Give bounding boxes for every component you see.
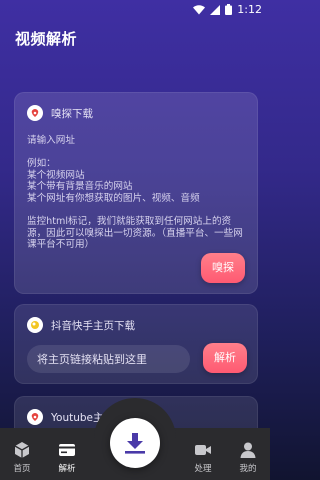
sniff-instructions: 请输入网址 例如： 某个视频网站 某个带有背景音乐的网站 某个网址有你想获取的图… bbox=[27, 135, 243, 251]
nav-item-mine[interactable]: 我的 bbox=[226, 441, 270, 474]
homepage-link-input[interactable] bbox=[27, 345, 190, 373]
nav-item-parse[interactable]: 解析 bbox=[45, 441, 89, 474]
nav-label: 处理 bbox=[194, 464, 212, 474]
sniff-download-card: 嗅探下载 请输入网址 例如： 某个视频网站 某个带有背景音乐的网站 某个网址有你… bbox=[14, 92, 258, 294]
douyin-kuaishou-card: 抖音快手主页下载 解析 bbox=[14, 304, 258, 384]
wifi-icon bbox=[193, 4, 206, 14]
app-bar: 视频解析 bbox=[0, 22, 270, 58]
card-header: 嗅探下载 bbox=[27, 105, 93, 121]
card-title: 嗅探下载 bbox=[51, 107, 93, 120]
nav-label: 首页 bbox=[13, 464, 31, 474]
status-time: 1:12 bbox=[237, 3, 262, 16]
battery-icon bbox=[225, 4, 233, 15]
nav-label: 我的 bbox=[239, 464, 257, 474]
person-icon bbox=[240, 442, 256, 458]
nav-label: 解析 bbox=[58, 464, 76, 474]
card-title: 抖音快手主页下载 bbox=[51, 319, 135, 332]
cube-icon bbox=[14, 442, 30, 458]
download-icon bbox=[125, 433, 145, 454]
nav-item-process[interactable]: 处理 bbox=[181, 441, 225, 474]
parse-button[interactable]: 解析 bbox=[203, 343, 247, 373]
yellow-app-logo-icon bbox=[27, 317, 43, 333]
red-app-logo-icon bbox=[27, 105, 43, 121]
signal-icon bbox=[210, 4, 221, 15]
download-fab-button[interactable] bbox=[110, 418, 160, 468]
card-header: 抖音快手主页下载 bbox=[27, 317, 135, 333]
status-icons: 1:12 bbox=[193, 3, 262, 16]
sniff-button[interactable]: 嗅探 bbox=[201, 253, 245, 283]
status-bar: 1:12 bbox=[0, 0, 270, 22]
red-app-logo-icon bbox=[27, 409, 43, 425]
card-icon bbox=[59, 444, 75, 456]
page-title: 视频解析 bbox=[15, 30, 78, 48]
video-camera-icon bbox=[195, 445, 211, 455]
nav-item-home[interactable]: 首页 bbox=[0, 441, 44, 474]
